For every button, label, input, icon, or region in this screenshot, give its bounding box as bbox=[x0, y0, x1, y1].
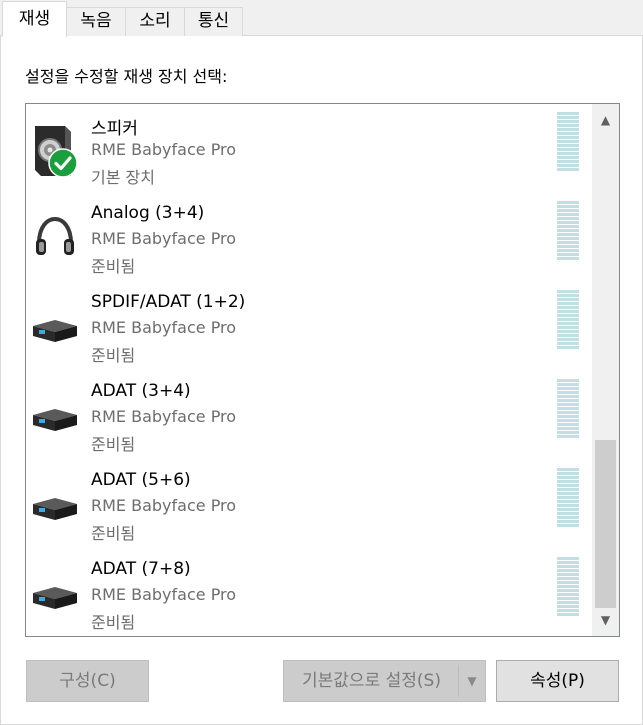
configure-button[interactable]: 구성(C) bbox=[26, 660, 149, 702]
tab-communications[interactable]: 통신 bbox=[184, 7, 243, 36]
device-list[interactable]: 스피커 RME Babyface Pro 기본 장치 Analog (3+4) … bbox=[25, 103, 620, 637]
device-item-analog-3-4[interactable]: Analog (3+4) RME Babyface Pro 준비됨 bbox=[26, 193, 592, 282]
device-name: ADAT (5+6) bbox=[91, 470, 191, 490]
tab-strip: 재생 녹음 소리 통신 bbox=[0, 0, 643, 37]
tab-playback[interactable]: 재생 bbox=[2, 1, 67, 37]
default-check-icon bbox=[48, 148, 78, 178]
device-status: 준비됨 bbox=[91, 435, 136, 454]
list-scrollbar[interactable]: ▲ ▼ bbox=[592, 104, 619, 636]
device-name: SPDIF/ADAT (1+2) bbox=[91, 292, 246, 312]
set-default-split-button[interactable]: 기본값으로 설정(S) ▼ bbox=[283, 660, 486, 702]
volume-meter bbox=[557, 112, 579, 172]
digital-output-icon bbox=[31, 480, 79, 528]
tab-sounds[interactable]: 소리 bbox=[125, 7, 185, 36]
tab-recording[interactable]: 녹음 bbox=[66, 7, 126, 36]
device-status: 준비됨 bbox=[91, 257, 136, 276]
tab-label: 재생 bbox=[18, 9, 51, 29]
tab-label: 녹음 bbox=[80, 11, 112, 31]
volume-meter bbox=[557, 379, 579, 439]
device-item-adat-5-6[interactable]: ADAT (5+6) RME Babyface Pro 준비됨 bbox=[26, 460, 592, 549]
set-default-label: 기본값으로 설정(S) bbox=[302, 671, 441, 691]
device-item-adat-7-8[interactable]: ADAT (7+8) RME Babyface Pro 준비됨 bbox=[26, 549, 592, 636]
volume-meter bbox=[557, 201, 579, 261]
volume-meter bbox=[557, 290, 579, 350]
device-item-spdif-adat-1-2[interactable]: SPDIF/ADAT (1+2) RME Babyface Pro 준비됨 bbox=[26, 282, 592, 371]
device-manufacturer: RME Babyface Pro bbox=[91, 229, 237, 248]
instruction-label: 설정을 수정할 재생 장치 선택: bbox=[25, 67, 228, 86]
device-name: ADAT (7+8) bbox=[91, 559, 191, 579]
dropdown-arrow-icon[interactable]: ▼ bbox=[459, 661, 485, 701]
device-name: Analog (3+4) bbox=[91, 203, 205, 223]
device-manufacturer: RME Babyface Pro bbox=[91, 496, 237, 515]
device-manufacturer: RME Babyface Pro bbox=[91, 585, 237, 604]
tab-label: 통신 bbox=[197, 11, 230, 31]
device-item-adat-3-4[interactable]: ADAT (3+4) RME Babyface Pro 준비됨 bbox=[26, 371, 592, 460]
properties-button[interactable]: 속성(P) bbox=[496, 660, 619, 702]
volume-meter bbox=[557, 468, 579, 528]
scroll-up-icon[interactable]: ▲ bbox=[592, 108, 619, 132]
device-status: 기본 장치 bbox=[91, 168, 155, 187]
device-manufacturer: RME Babyface Pro bbox=[91, 407, 237, 426]
digital-output-icon bbox=[31, 569, 79, 617]
device-manufacturer: RME Babyface Pro bbox=[91, 318, 237, 337]
scroll-down-icon[interactable]: ▼ bbox=[592, 608, 619, 632]
device-manufacturer: RME Babyface Pro bbox=[91, 140, 237, 159]
device-status: 준비됨 bbox=[91, 613, 136, 632]
headphones-icon bbox=[31, 213, 79, 261]
device-name: ADAT (3+4) bbox=[91, 381, 191, 401]
device-status: 준비됨 bbox=[91, 524, 136, 543]
tab-label: 소리 bbox=[139, 11, 171, 31]
speaker-icon bbox=[31, 124, 79, 178]
scroll-thumb[interactable] bbox=[595, 440, 616, 608]
digital-output-icon bbox=[31, 391, 79, 439]
device-item-speaker[interactable]: 스피커 RME Babyface Pro 기본 장치 bbox=[26, 104, 592, 193]
volume-meter bbox=[557, 557, 579, 617]
device-status: 준비됨 bbox=[91, 346, 136, 365]
digital-output-icon bbox=[31, 302, 79, 350]
device-name: 스피커 bbox=[91, 119, 138, 139]
